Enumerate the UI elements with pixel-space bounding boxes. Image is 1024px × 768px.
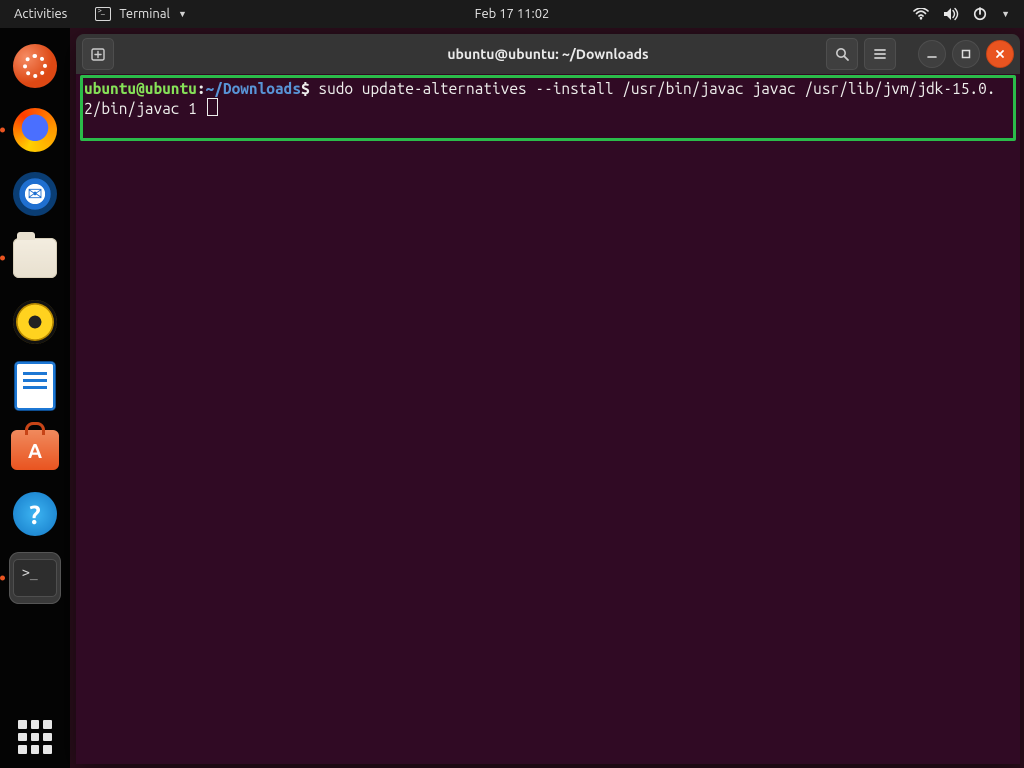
dock-item-ubuntu-software[interactable] [9,424,61,476]
network-icon [913,8,929,20]
desktop: ubuntu@ubuntu: ~/Downloads [70,28,1024,768]
dock-item-help[interactable]: ? [9,488,61,540]
cursor [207,98,218,116]
maximize-icon [960,48,972,60]
prompt-user: ubuntu@ubuntu [84,80,197,97]
dock-item-firefox[interactable] [9,104,61,156]
appmenu-button[interactable]: Terminal ▼ [81,0,201,28]
dock-item-rhythmbox[interactable] [9,296,61,348]
dock: ? >_ [0,28,70,768]
terminal-icon: >_ [13,559,57,597]
clock-label: Feb 17 11:02 [475,7,550,21]
new-tab-icon [90,46,106,62]
files-icon [13,238,57,278]
dock-item-files[interactable] [9,232,61,284]
activities-button[interactable]: Activities [0,0,81,28]
hamburger-icon [872,46,888,62]
minimize-button[interactable] [918,40,946,68]
activities-label: Activities [14,7,67,21]
maximize-button[interactable] [952,40,980,68]
ubuntu-icon [13,44,57,88]
window-title: ubuntu@ubuntu: ~/Downloads [447,46,648,62]
new-tab-button[interactable] [82,38,114,70]
system-menu[interactable]: ▼ [899,0,1024,28]
minimize-icon [926,48,938,60]
prompt-sep2: $ [301,80,310,97]
titlebar[interactable]: ubuntu@ubuntu: ~/Downloads [76,34,1020,74]
firefox-icon [13,108,57,152]
clock-button[interactable]: Feb 17 11:02 [475,0,550,28]
close-button[interactable] [986,40,1014,68]
dock-item-terminal[interactable]: >_ [9,552,61,604]
terminal-text: ubuntu@ubuntu:~/Downloads$ sudo update-a… [84,80,1012,118]
terminal-body[interactable]: ubuntu@ubuntu:~/Downloads$ sudo update-a… [76,74,1020,764]
search-icon [834,46,850,62]
hamburger-menu-button[interactable] [864,38,896,70]
close-icon [994,48,1006,60]
show-applications-button[interactable] [0,720,70,754]
dock-item-libreoffice-writer[interactable] [9,360,61,412]
gnome-topbar: Activities Terminal ▼ Feb 17 11:02 ▼ [0,0,1024,28]
libreoffice-writer-icon [15,362,55,410]
terminal-icon [95,7,111,21]
prompt-path: ~/Downloads [206,80,301,97]
terminal-window: ubuntu@ubuntu: ~/Downloads [76,34,1020,764]
rhythmbox-icon [13,300,57,344]
apps-grid-icon [18,720,52,754]
ubuntu-software-icon [11,430,59,470]
help-icon: ? [13,492,57,536]
volume-icon [943,7,959,21]
thunderbird-icon [13,172,57,216]
appmenu-label: Terminal [119,7,170,21]
chevron-down-icon: ▼ [1001,9,1010,19]
search-button[interactable] [826,38,858,70]
dock-item-ubuntu[interactable] [9,40,61,92]
titlebar-right-cluster [826,38,1014,70]
chevron-down-icon: ▼ [178,9,187,19]
prompt-sep1: : [197,80,206,97]
power-icon [973,7,987,21]
dock-item-thunderbird[interactable] [9,168,61,220]
